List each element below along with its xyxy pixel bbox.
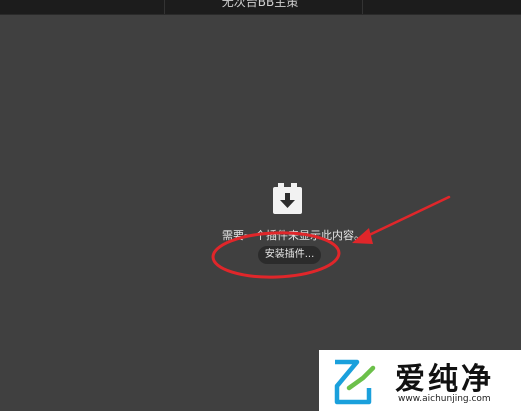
plugin-download-icon [273,183,302,214]
window-title-bar: 无次台BB主策 [0,0,521,15]
title-bar-divider [164,0,165,14]
install-plugin-button[interactable]: 安装插件... [258,246,321,264]
title-bar-divider [362,0,363,14]
plugin-required-message: 需要一个插件来显示此内容。 [222,229,365,242]
watermark-url: www.aichunjing.com [398,394,491,404]
watermark-brand: 爱纯净 [395,362,494,397]
window-title: 无次台BB主策 [221,0,299,9]
brand-logo-icon [334,359,376,405]
watermark: 爱纯净 www.aichunjing.com [319,350,521,411]
